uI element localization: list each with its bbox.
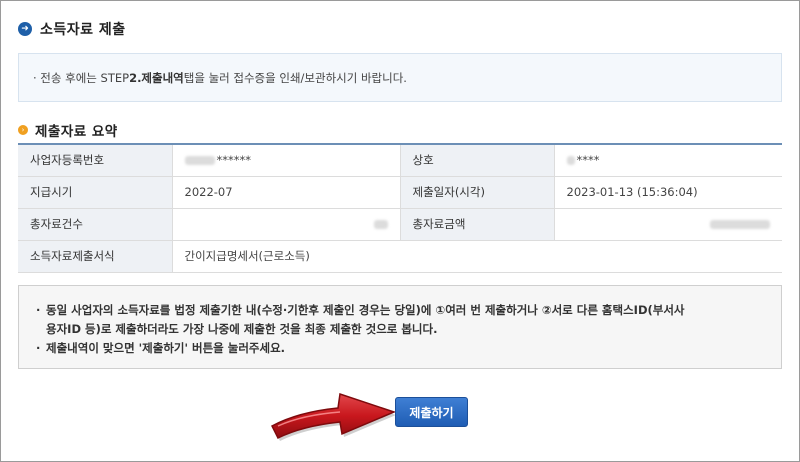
masked-text <box>566 156 575 166</box>
value-submit-form: 간이지급명세서(근로소득) <box>172 240 782 273</box>
section-title: ➜ 소득자료 제출 <box>18 18 126 40</box>
notice-line-3-text: 제출내역이 맞으면 '제출하기' 버튼을 눌러주세요. <box>46 341 286 355</box>
value-company-name-text: **** <box>576 153 600 168</box>
notice-line-1: 동일 사업자의 소득자료를 법정 제출기한 내(수정·기한후 제출인 경우는 당… <box>36 301 767 339</box>
summary-table: 사업자등록번호 ****** 상호 **** 지급시기 2022-07 제출일자… <box>18 143 782 273</box>
value-total-amount <box>554 208 782 241</box>
label-payment-period: 지급시기 <box>18 176 173 209</box>
notice-line-3: 제출내역이 맞으면 '제출하기' 버튼을 눌러주세요. <box>36 339 767 358</box>
notice-line-1-text: 동일 사업자의 소득자료를 법정 제출기한 내(수정·기한후 제출인 경우는 당… <box>46 303 685 317</box>
arrow-right-circle-icon: ➜ <box>18 22 32 36</box>
table-row: 소득자료제출서식 간이지급명세서(근로소득) <box>18 240 782 273</box>
masked-text <box>710 219 770 229</box>
notice-box: 동일 사업자의 소득자료를 법정 제출기한 내(수정·기한후 제출인 경우는 당… <box>18 285 782 369</box>
notice-top-prefix: · 전송 후에는 STEP <box>33 70 130 85</box>
masked-text <box>373 219 388 229</box>
value-total-count <box>172 208 401 241</box>
section-title-text: 소득자료 제출 <box>40 22 126 38</box>
submit-button[interactable]: 제출하기 <box>395 397 468 427</box>
table-row: 총자료건수 총자료금액 <box>18 208 782 241</box>
notice-top-bold: 2.제출내역 <box>129 70 184 85</box>
summary-title: › 제출자료 요약 <box>18 120 118 140</box>
orange-bullet-icon: › <box>18 125 28 135</box>
label-submit-form: 소득자료제출서식 <box>18 240 173 273</box>
label-business-number: 사업자등록번호 <box>18 144 173 177</box>
label-company-name: 상호 <box>400 144 555 177</box>
notice-line-2-text: 용자ID 등)로 제출하더라도 가장 나중에 제출한 것을 최종 제출한 것으로… <box>46 322 438 336</box>
masked-text <box>184 156 215 166</box>
value-payment-period: 2022-07 <box>172 176 401 209</box>
notice-top-suffix: 탭을 눌러 접수증을 인쇄/보관하시기 바랍니다. <box>183 70 407 85</box>
label-total-count: 총자료건수 <box>18 208 173 241</box>
label-total-amount: 총자료금액 <box>400 208 555 241</box>
red-arrow-icon <box>271 393 397 441</box>
value-business-number: ****** <box>172 144 401 177</box>
value-business-number-text: ****** <box>216 153 252 168</box>
notice-top: · 전송 후에는 STEP 2.제출내역 탭을 눌러 접수증을 인쇄/보관하시기… <box>18 53 782 102</box>
label-submit-datetime: 제출일자(시각) <box>400 176 555 209</box>
summary-title-text: 제출자료 요약 <box>35 124 118 140</box>
value-submit-datetime: 2023-01-13 (15:36:04) <box>554 176 782 209</box>
value-company-name: **** <box>554 144 782 177</box>
table-row: 지급시기 2022-07 제출일자(시각) 2023-01-13 (15:36:… <box>18 176 782 209</box>
table-row: 사업자등록번호 ****** 상호 **** <box>18 144 782 177</box>
